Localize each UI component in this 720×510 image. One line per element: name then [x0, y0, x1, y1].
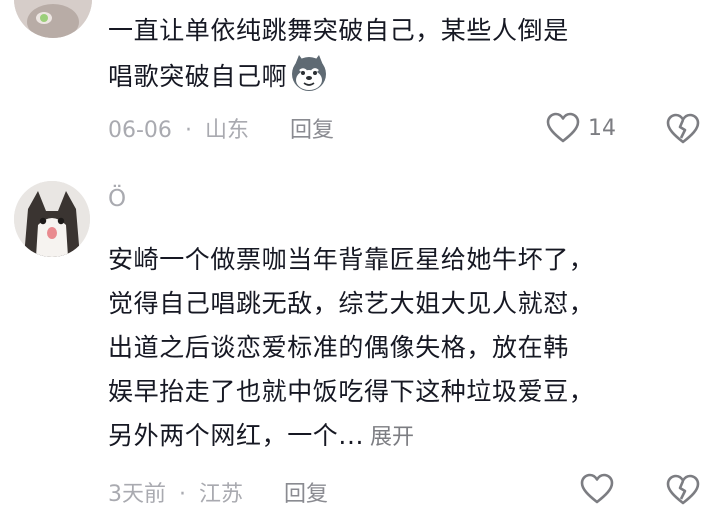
comment-line-text: 另外两个网红，一个...: [108, 421, 365, 450]
comment-meta: 06-06 · 山东 回复: [108, 112, 334, 144]
comment-line: 一直让单依纯跳舞突破自己，某些人倒是: [108, 16, 569, 45]
heart-outline-icon: [546, 112, 580, 143]
username[interactable]: Ö: [108, 186, 126, 212]
comment-date: 06-06: [108, 118, 172, 143]
comment-line-text: 唱歌突破自己啊: [108, 62, 288, 91]
husky-face-icon: [292, 55, 327, 91]
expand-button[interactable]: 展开: [370, 425, 414, 450]
comment-line: 安崎一个做票咖当年背靠匠星给她牛坏了，: [108, 245, 595, 274]
comment-line: 觉得自己唱跳无敌，综艺大姐大见人就怼，: [108, 289, 595, 318]
meta-separator: ·: [184, 118, 192, 143]
comment-line: 唱歌突破自己啊: [108, 53, 569, 99]
comment-text: 安崎一个做票咖当年背靠匠星给她牛坏了， 觉得自己唱跳无敌，综艺大姐大见人就怼， …: [108, 238, 594, 460]
like-count: 14: [588, 115, 616, 141]
dislike-button[interactable]: [666, 474, 700, 510]
heart-outline-icon: [580, 473, 614, 504]
comment-location: 山东: [204, 118, 249, 143]
broken-heart-icon: [666, 113, 700, 144]
reply-button[interactable]: 回复: [290, 112, 334, 144]
comment-location: 江苏: [199, 482, 244, 507]
like-button[interactable]: 14: [546, 112, 616, 144]
comment-text: 一直让单依纯跳舞突破自己，某些人倒是 唱歌突破自己啊: [108, 9, 569, 99]
commenter-avatar[interactable]: [14, 181, 90, 257]
dislike-button[interactable]: [666, 113, 700, 149]
comment-line: 另外两个网红，一个... 展开: [108, 414, 594, 460]
comment-date: 3天前: [108, 482, 166, 507]
meta-separator: ·: [179, 482, 186, 507]
commenter-avatar[interactable]: [14, 0, 92, 38]
like-button[interactable]: [580, 473, 614, 505]
broken-heart-icon: [666, 474, 700, 505]
comment-line: 娱早抬走了也就中饭吃得下这种垃圾爱豆，: [108, 377, 595, 406]
comment-line: 出道之后谈恋爱标准的偶像失格，放在韩: [108, 333, 569, 362]
reply-button[interactable]: 回复: [284, 476, 328, 508]
comment-meta: 3天前 · 江苏 回复: [108, 476, 328, 508]
